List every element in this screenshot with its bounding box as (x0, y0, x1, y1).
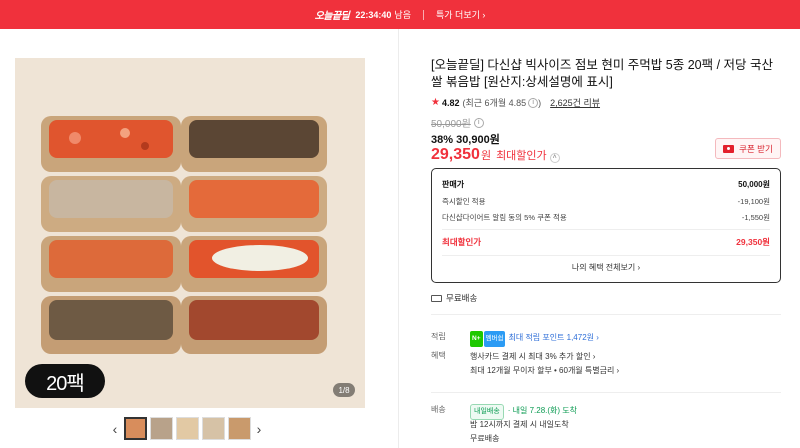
points-value[interactable]: N+ 멤버쉽 최대 적립 포인트 1,472원 › (470, 331, 599, 347)
price-box-divider (442, 255, 770, 256)
section-divider (431, 392, 781, 393)
points-link[interactable]: 최대 적립 포인트 1,472원 › (508, 333, 598, 342)
delivery-free: 무료배송 (470, 434, 500, 443)
price-box-divider (442, 229, 770, 230)
deal-banner: 오늘끝딜 22:34:40 남음 특가 더보기 › (0, 0, 800, 29)
price-row-label: 다신샵다이어트 알림 동의 5% 쿠폰 적용 (442, 213, 567, 222)
original-price-amount: 50,000원 (431, 119, 471, 130)
delivery-cutoff: 밤 12시까지 결제 시 내일도착 (470, 420, 569, 429)
final-price: 29,350 원 최대할인가 ˄ (431, 146, 560, 164)
thumb-prev-icon[interactable]: ‹ (108, 421, 122, 437)
reviews-link[interactable]: 2,625건 리뷰 (550, 96, 600, 109)
product-main-image[interactable]: 20팩 1/8 (15, 58, 365, 408)
star-icon: ★ (431, 97, 440, 108)
final-price-unit: 원 (480, 150, 492, 162)
delivery-date: · 내일 7.28.(화) 도착 (507, 406, 578, 415)
coupon-icon (723, 144, 735, 153)
price-row-label: 판매가 (442, 180, 465, 189)
price-row: 다신샵다이어트 알림 동의 5% 쿠폰 적용 -1,550원 (442, 212, 770, 223)
price-row-value: -1,550원 (741, 213, 770, 222)
naver-plus-badge: N+ (470, 331, 483, 347)
original-price: 50,000원 i (431, 115, 484, 130)
max-discount-row: 최대할인가 29,350원 (442, 236, 770, 248)
rice-balls-illustration (15, 58, 365, 408)
final-price-amount: 29,350 (431, 146, 480, 163)
thumbnail[interactable] (227, 417, 251, 440)
banner-divider (422, 9, 424, 20)
rating-summary: ★ 4.82 (최근 6개월 4.85 i ) 2,625건 리뷰 (431, 96, 600, 109)
delivery-label: 배송 (431, 405, 446, 414)
view-all-benefits-link[interactable]: 나의 혜택 전체보기 › (432, 262, 780, 273)
image-counter: 1/8 (333, 383, 355, 397)
free-shipping: 무료배송 (431, 292, 477, 304)
pack-count-badge: 20팩 (25, 364, 105, 398)
more-deals-label: 특가 더보기 (435, 10, 480, 20)
discount-price: 38% 30,900원 (431, 134, 500, 146)
countdown-suffix: 남음 (394, 10, 411, 20)
benefit-label: 혜택 (431, 351, 446, 360)
deal-logo: 오늘끝딜 (314, 11, 350, 22)
price-row: 즉시할인 적용 -19,100원 (442, 196, 770, 207)
thumbnail[interactable] (149, 417, 173, 440)
free-shipping-label: 무료배송 (446, 293, 478, 303)
coupon-button[interactable]: 쿠폰 받기 (715, 138, 781, 159)
rating-detail-end: ) (538, 97, 542, 108)
column-divider (398, 29, 399, 448)
section-divider (431, 314, 781, 315)
price-row-label: 즉시할인 적용 (442, 197, 486, 206)
thumbnail[interactable] (175, 417, 199, 440)
thumbnail[interactable] (201, 417, 225, 440)
price-row: 판매가 50,000원 (442, 179, 770, 190)
rating-score: 4.82 (441, 97, 460, 108)
info-icon[interactable]: i (473, 117, 484, 128)
max-discount-value: 29,350원 (736, 237, 770, 247)
benefit-card-link[interactable]: 행사카드 결제 시 최대 3% 추가 할인 › (470, 350, 595, 364)
thumb-next-icon[interactable]: › (252, 421, 266, 437)
countdown-timer: 22:34:40 (355, 9, 392, 20)
price-row-value: 50,000원 (738, 180, 770, 189)
price-breakdown: 판매가 50,000원 즉시할인 적용 -19,100원 다신샵다이어트 알림 … (431, 168, 781, 283)
truck-icon (431, 294, 442, 302)
max-discount-label: 최대할인가 (442, 237, 482, 247)
thumbnail-strip: ‹ › (108, 417, 266, 440)
chevron-right-icon: › (482, 10, 486, 20)
coupon-button-label: 쿠폰 받기 (739, 143, 773, 154)
product-title: [오늘끝딜] 다신샵 빅사이즈 점보 현미 주먹밥 5종 20팩 / 저당 국산… (431, 58, 774, 89)
points-label: 적립 (431, 332, 446, 341)
info-icon[interactable]: i (528, 97, 539, 108)
rating-detail: (최근 6개월 4.85 (462, 98, 527, 108)
chevron-up-icon[interactable]: ˄ (549, 153, 560, 163)
price-row-value: -19,100원 (737, 197, 770, 206)
installment-link[interactable]: 최대 12개월 무이자 할부 • 60개월 특별금리 › (470, 364, 619, 378)
more-deals-link[interactable]: 특가 더보기 › (436, 8, 485, 21)
final-price-label: 최대할인가 (496, 150, 547, 162)
membership-badge: 멤버쉽 (483, 331, 506, 347)
thumbnail[interactable] (123, 417, 147, 440)
